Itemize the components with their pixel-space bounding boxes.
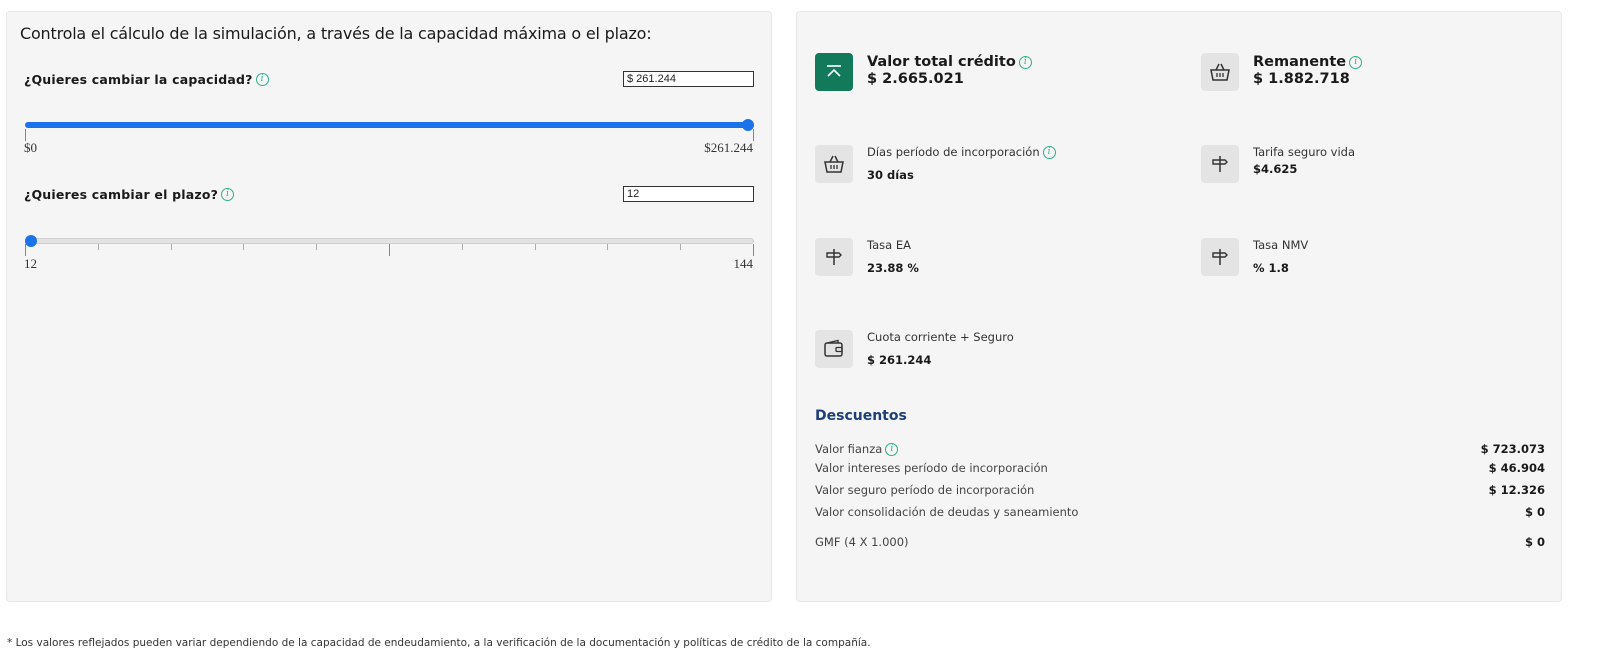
term-tick: [25, 244, 26, 256]
remaining-title: Remanente i: [1253, 54, 1363, 70]
total-credit-title: Valor total crédito i: [867, 54, 1032, 70]
term-tick: [680, 244, 682, 250]
discount-row: Valor seguro período de incorporación $ …: [815, 483, 1545, 497]
discount-row: GMF (4 X 1.000) $ 0: [815, 535, 1545, 549]
term-slider-thumb[interactable]: [25, 235, 37, 247]
discount-amount: $ 723.073: [1480, 442, 1545, 456]
ea-rate-title: Tasa EA: [867, 238, 911, 252]
arrow-up-icon: [815, 53, 853, 91]
remaining-stat: Remanente i $ 1.882.718: [1201, 53, 1363, 91]
ea-rate-value: 23.88 %: [867, 261, 919, 275]
signpost-icon: [1201, 145, 1239, 183]
basket-icon: [1201, 53, 1239, 91]
incorporation-days-stat: Días período de incorporación i 30 días: [815, 145, 1056, 183]
capacity-label-text: ¿Quieres cambiar la capacidad?: [24, 72, 253, 87]
basket-icon: [815, 145, 853, 183]
signpost-icon: [815, 238, 853, 276]
nmv-rate-title: Tasa NMV: [1253, 238, 1309, 252]
discounts-heading: Descuentos: [815, 408, 907, 424]
signpost-icon: [1201, 238, 1239, 276]
incorporation-days-title: Días período de incorporación i: [867, 145, 1056, 159]
discount-label: Valor fianza: [815, 442, 883, 456]
term-tick: [607, 244, 609, 250]
nmv-rate-value: % 1.8: [1253, 261, 1289, 275]
discount-label: Valor intereses período de incorporación: [815, 461, 1048, 475]
term-tick: [243, 244, 245, 250]
discount-row: Valor fianza i $ 723.073: [815, 442, 1545, 456]
capacity-min-label: $0: [24, 140, 37, 155]
info-icon[interactable]: i: [1042, 145, 1056, 159]
life-insurance-stat: Tarifa seguro vida $4.625: [1201, 145, 1355, 183]
term-max-label: 144: [733, 256, 754, 271]
life-insurance-value: $4.625: [1253, 162, 1298, 176]
simulation-control-panel: Controla el cálculo de la simulación, a …: [6, 11, 772, 602]
total-credit-value: $ 2.665.021: [867, 71, 964, 87]
term-tick: [97, 244, 99, 250]
disclaimer-footnote: * Los valores reflejados pueden variar d…: [7, 637, 871, 649]
term-tick: [461, 244, 463, 250]
total-credit-stat: Valor total crédito i $ 2.665.021: [815, 53, 1032, 91]
capacity-input[interactable]: [623, 71, 754, 87]
installment-value: $ 261.244: [867, 353, 932, 367]
discount-amount: $ 0: [1524, 505, 1545, 519]
discount-label: Valor seguro período de incorporación: [815, 483, 1035, 497]
panel-heading: Controla el cálculo de la simulación, a …: [20, 24, 652, 43]
capacity-max-tick: [753, 129, 754, 141]
term-tick: [753, 244, 754, 256]
installment-stat: Cuota corriente + Seguro $ 261.244: [815, 330, 1014, 368]
installment-title: Cuota corriente + Seguro: [867, 330, 1014, 344]
discount-amount: $ 46.904: [1488, 461, 1545, 475]
capacity-max-label: $261.244: [704, 140, 753, 155]
discount-row: Valor intereses período de incorporación…: [815, 461, 1545, 475]
remaining-value: $ 1.882.718: [1253, 71, 1350, 87]
discount-amount: $ 12.326: [1488, 483, 1545, 497]
term-tick: [534, 244, 536, 250]
term-input[interactable]: [623, 186, 754, 202]
info-icon[interactable]: i: [1018, 55, 1032, 69]
nmv-rate-stat: Tasa NMV % 1.8: [1201, 238, 1308, 276]
info-icon[interactable]: i: [255, 73, 269, 86]
term-tick: [389, 244, 390, 256]
discount-label: Valor consolidación de deudas y saneamie…: [815, 505, 1079, 519]
term-tick: [170, 244, 172, 250]
ea-rate-stat: Tasa EA 23.88 %: [815, 238, 919, 276]
capacity-slider-track[interactable]: [25, 122, 754, 128]
term-min-label: 12: [24, 256, 37, 271]
discount-label: GMF (4 X 1.000): [815, 535, 909, 549]
info-icon[interactable]: i: [1349, 55, 1363, 69]
info-icon[interactable]: i: [885, 442, 899, 456]
info-icon[interactable]: i: [221, 188, 235, 201]
life-insurance-title: Tarifa seguro vida: [1253, 145, 1356, 159]
credit-summary-panel: Valor total crédito i $ 2.665.021 Remanen…: [796, 11, 1562, 602]
discount-row: Valor consolidación de deudas y saneamie…: [815, 505, 1545, 519]
term-label: ¿Quieres cambiar el plazo? i: [24, 187, 235, 202]
capacity-label: ¿Quieres cambiar la capacidad? i: [24, 72, 269, 87]
term-label-text: ¿Quieres cambiar el plazo?: [24, 187, 219, 202]
discount-amount: $ 0: [1524, 535, 1545, 549]
term-tick: [316, 244, 318, 250]
incorporation-days-value: 30 días: [867, 168, 914, 182]
wallet-icon: [815, 330, 853, 368]
